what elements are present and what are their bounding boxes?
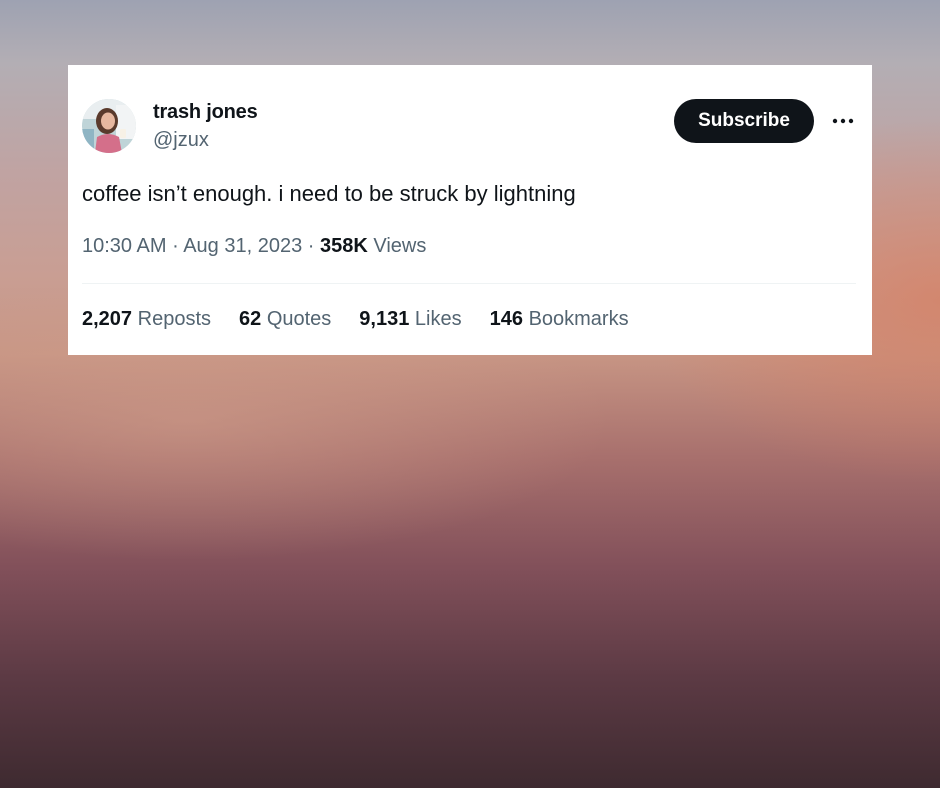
avatar[interactable] xyxy=(82,99,136,153)
tweet-time[interactable]: 10:30 AM xyxy=(82,235,167,257)
likes-label: Likes xyxy=(414,308,462,330)
meta-separator: · xyxy=(172,235,184,257)
engagement-stats: 2,207 Reposts 62 Quotes 9,131 Likes 146 … xyxy=(82,308,657,331)
avatar-image xyxy=(82,99,136,153)
views-label: Views xyxy=(373,235,427,257)
bookmarks-label: Bookmarks xyxy=(528,308,629,330)
bookmarks-stat[interactable]: 146 Bookmarks xyxy=(490,308,629,331)
more-horizontal-icon xyxy=(832,118,854,124)
quotes-stat[interactable]: 62 Quotes xyxy=(239,308,331,331)
reposts-stat[interactable]: 2,207 Reposts xyxy=(82,308,211,331)
divider xyxy=(82,283,856,284)
quotes-count: 62 xyxy=(239,308,262,330)
likes-count: 9,131 xyxy=(359,308,410,330)
tweet-date[interactable]: Aug 31, 2023 xyxy=(183,235,302,257)
views-count: 358K xyxy=(319,235,368,257)
user-handle[interactable]: @jzux xyxy=(153,129,209,152)
reposts-count: 2,207 xyxy=(82,308,133,330)
tweet-card: trash jones @jzux Subscribe coffee isn’t… xyxy=(68,65,872,355)
reposts-label: Reposts xyxy=(137,308,211,330)
meta-separator: · xyxy=(307,235,320,257)
display-name[interactable]: trash jones xyxy=(153,101,258,124)
subscribe-button[interactable]: Subscribe xyxy=(674,99,814,143)
quotes-label: Quotes xyxy=(266,308,332,330)
tweet-meta: 10:30 AM · Aug 31, 2023 · 358K Views xyxy=(82,235,426,258)
tweet-text: coffee isn’t enough. i need to be struck… xyxy=(82,181,576,206)
likes-stat[interactable]: 9,131 Likes xyxy=(359,308,461,331)
bookmarks-count: 146 xyxy=(489,308,523,330)
more-options-button[interactable] xyxy=(828,109,858,133)
